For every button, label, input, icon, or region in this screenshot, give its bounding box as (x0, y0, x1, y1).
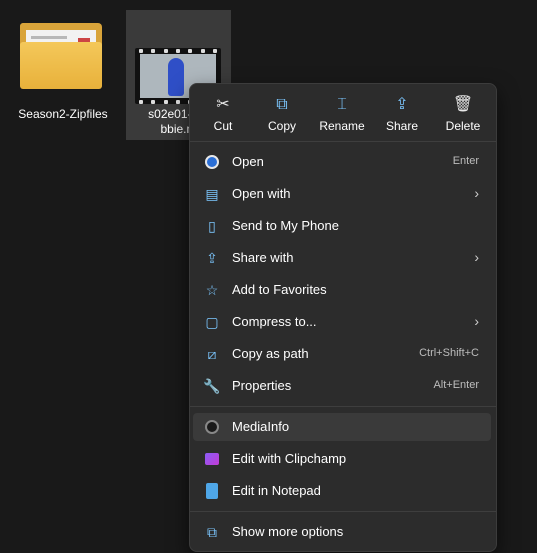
menu-item-open[interactable]: Open Enter (193, 148, 491, 176)
clipchamp-icon (203, 450, 221, 468)
mediainfo-icon (203, 418, 221, 436)
zip-icon: ▢ (205, 314, 219, 330)
menu-item-edit-clipchamp[interactable]: Edit with Clipchamp (193, 445, 491, 473)
scissors-icon: ✂ (216, 96, 230, 113)
menu-item-edit-notepad[interactable]: Edit in Notepad (193, 477, 491, 505)
copy-icon: ⧉ (276, 96, 288, 113)
star-icon: ☆ (205, 282, 219, 298)
chevron-right-icon: › (474, 249, 479, 265)
menu-item-compress[interactable]: ▢ Compress to... › (193, 308, 491, 336)
menu-item-mediainfo[interactable]: MediaInfo (193, 413, 491, 441)
copy-button[interactable]: ⧉ Copy (252, 94, 312, 133)
chevron-right-icon: › (474, 185, 479, 201)
phone-icon: ▯ (208, 218, 216, 234)
open-with-icon: ▤ (205, 186, 219, 202)
file-name: Season2-Zipfiles (18, 107, 108, 121)
share-icon: ⇪ (395, 96, 409, 113)
menu-item-copy-as-path[interactable]: ⧄ Copy as path Ctrl+Shift+C (193, 340, 491, 368)
separator (190, 406, 496, 407)
wrench-icon: 🔧 (203, 378, 221, 394)
menu-item-show-more-options[interactable]: ⧉ Show more options (193, 518, 491, 546)
notepad-icon (203, 482, 221, 500)
separator (190, 511, 496, 512)
separator (190, 141, 496, 142)
external-icon: ⧉ (207, 524, 217, 540)
share-button[interactable]: ⇪ Share (372, 94, 432, 133)
share-icon: ⇪ (206, 250, 218, 266)
path-icon: ⧄ (207, 346, 217, 362)
play-icon (203, 153, 221, 171)
menu-item-open-with[interactable]: ▤ Open with › (193, 180, 491, 208)
menu-item-send-to-phone[interactable]: ▯ Send to My Phone (193, 212, 491, 240)
delete-button[interactable]: 🗑 Delete (433, 94, 493, 133)
menu-item-properties[interactable]: 🔧 Properties Alt+Enter (193, 372, 491, 400)
context-menu: ✂ Cut ⧉ Copy ⌶ Rename ⇪ Share 🗑 Delete O… (189, 83, 497, 552)
trash-icon: 🗑 (452, 96, 474, 113)
rename-icon: ⌶ (337, 96, 347, 113)
cut-button[interactable]: ✂ Cut (193, 94, 253, 133)
menu-item-share-with[interactable]: ⇪ Share with › (193, 244, 491, 272)
rename-button[interactable]: ⌶ Rename (312, 94, 372, 133)
folder-season2-zipfiles[interactable]: Season2-Zipfiles (8, 10, 118, 130)
chevron-right-icon: › (474, 313, 479, 329)
menu-item-add-favorites[interactable]: ☆ Add to Favorites (193, 276, 491, 304)
